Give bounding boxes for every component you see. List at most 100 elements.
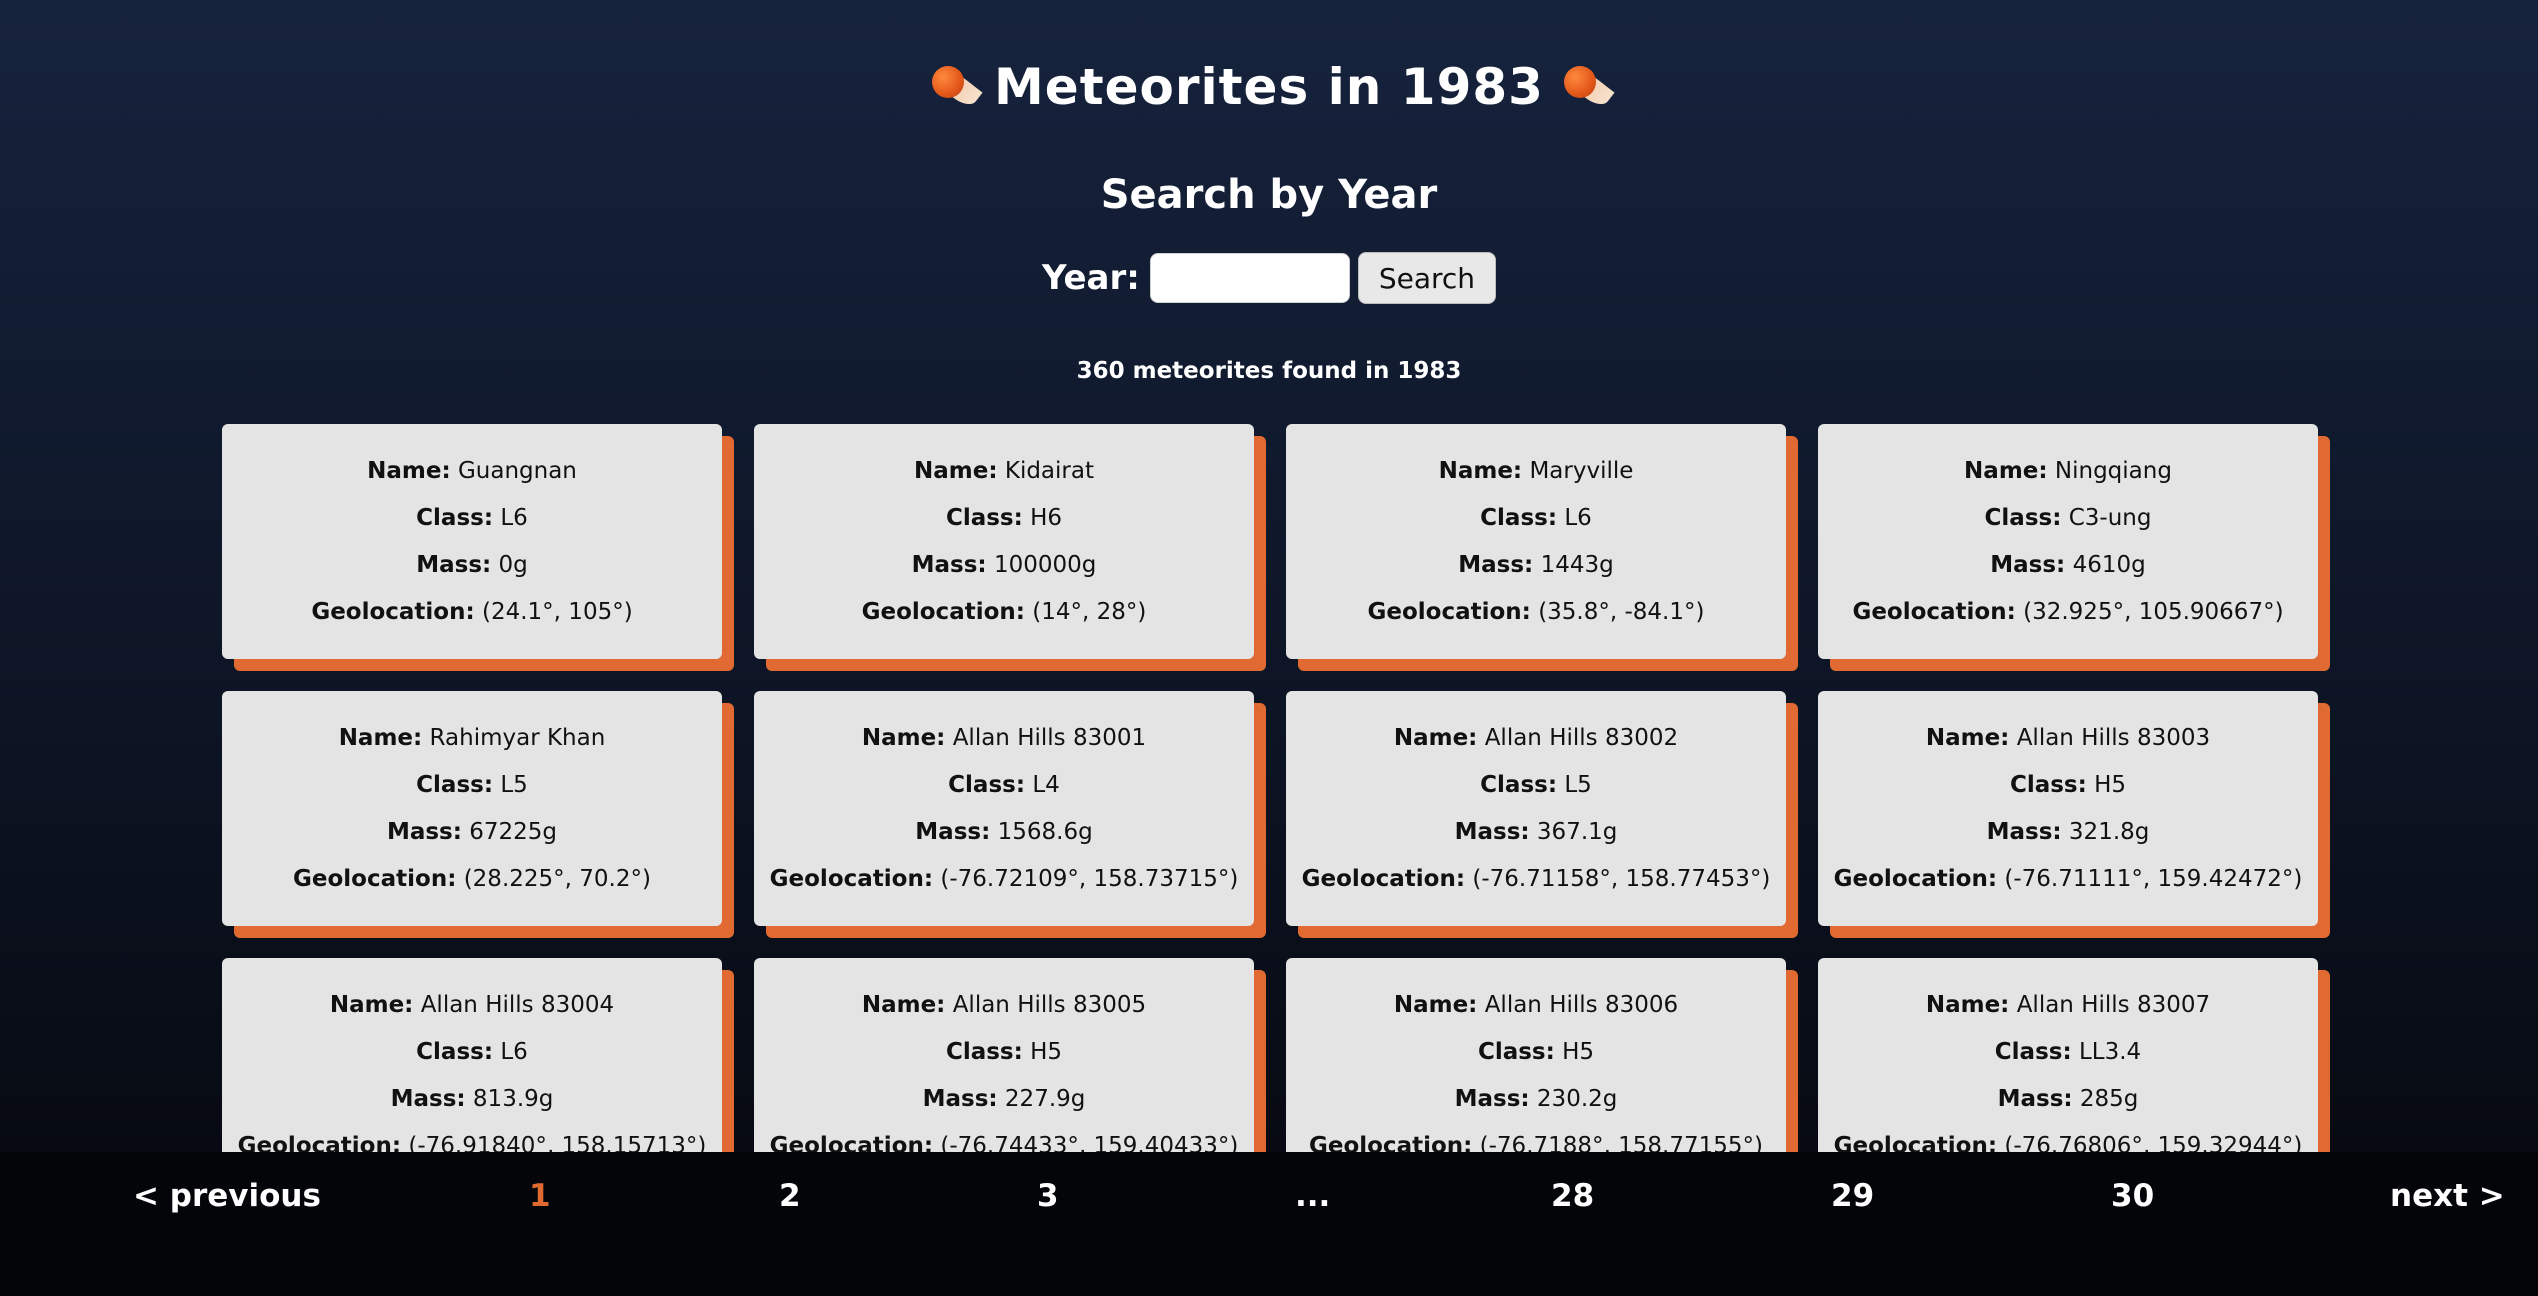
geolocation-value: (-76.76806°, 159.32944°) <box>2004 1133 2303 1152</box>
meteorite-class: Class: H6 <box>946 505 1062 531</box>
mass-label: Mass: <box>416 552 492 578</box>
next-page-link[interactable]: next > <box>2390 1178 2505 1214</box>
class-value: L6 <box>1564 505 1592 531</box>
geolocation-label: Geolocation: <box>1833 866 1998 892</box>
meteorite-geolocation: Geolocation: (-76.76806°, 159.32944°) <box>1834 1133 2303 1152</box>
page-title: Meteorites in 1983 <box>0 58 2538 116</box>
name-label: Name: <box>1393 992 1478 1018</box>
name-label: Name: <box>861 992 946 1018</box>
geolocation-label: Geolocation: <box>1301 866 1466 892</box>
geolocation-label: Geolocation: <box>1367 599 1531 625</box>
meteorite-card: Name: Allan Hills 83006 Class: H5 Mass: 23… <box>1286 958 1786 1152</box>
meteorite-card: Name: Allan Hills 83007 Class: LL3.4 Mass:… <box>1818 958 2318 1152</box>
page-link-28[interactable]: 28 <box>1551 1178 1594 1214</box>
mass-label: Mass: <box>1997 1086 2073 1112</box>
page-link-3[interactable]: 3 <box>1037 1178 1059 1214</box>
meteorite-geolocation: Geolocation: (-76.71111°, 159.42472°) <box>1834 866 2303 892</box>
meteorite-card: Name: Maryville Class: L6 Mass: 1443g Geolo… <box>1286 424 1786 659</box>
year-input[interactable] <box>1149 253 1350 303</box>
meteorite-geolocation: Geolocation: (35.8°, -84.1°) <box>1368 599 1705 625</box>
meteorite-geolocation: Geolocation: (28.225°, 70.2°) <box>293 866 651 892</box>
meteorite-mass: Mass: 0g <box>416 552 528 578</box>
meteorite-geolocation: Geolocation: (-76.7188°, 158.77155°) <box>1309 1133 1763 1152</box>
meteorite-mass: Mass: 367.1g <box>1455 819 1618 845</box>
page-link-1[interactable]: 1 <box>529 1178 551 1214</box>
meteorite-card: Name: Ningqiang Class: C3-ung Mass: 4610g G… <box>1818 424 2318 659</box>
meteorite-name: Name: Rahimyar Khan <box>339 725 606 751</box>
geolocation-label: Geolocation: <box>311 599 475 625</box>
meteorite-mass: Mass: 67225g <box>387 819 557 845</box>
meteorite-grid: Name: Guangnan Class: L6 Mass: 0g Geolocati… <box>222 424 2338 1152</box>
meteorite-class: Class: LL3.4 <box>1995 1039 2141 1065</box>
geolocation-value: (-76.7188°, 158.77155°) <box>1479 1133 1764 1152</box>
pagination-ellipsis: ... <box>1295 1178 1331 1214</box>
class-label: Class: <box>945 1039 1023 1065</box>
mass-label: Mass: <box>1458 552 1534 578</box>
class-value: H6 <box>1030 505 1063 531</box>
meteorite-geolocation: Geolocation: (32.925°, 105.90667°) <box>1852 599 2283 625</box>
page-link-29[interactable]: 29 <box>1831 1178 1874 1214</box>
name-value: Allan Hills 83003 <box>2016 725 2211 751</box>
meteor-icon <box>930 64 983 110</box>
meteorite-class: Class: L4 <box>948 772 1060 798</box>
mass-label: Mass: <box>390 1086 466 1112</box>
meteorite-card: Name: Allan Hills 83001 Class: L4 Mass: 15… <box>754 691 1254 926</box>
meteorite-card: Name: Allan Hills 83002 Class: L5 Mass: 36… <box>1286 691 1786 926</box>
mass-value: 230.2g <box>1536 1086 1618 1112</box>
page-link-2[interactable]: 2 <box>779 1178 801 1214</box>
name-value: Guangnan <box>457 458 577 484</box>
meteorite-class: Class: C3-ung <box>1985 505 2152 531</box>
name-value: Ningqiang <box>2054 458 2172 484</box>
class-value: L6 <box>500 505 528 531</box>
previous-page-link[interactable]: < previous <box>133 1178 321 1214</box>
meteorite-mass: Mass: 321.8g <box>1987 819 2150 845</box>
class-value: H5 <box>1030 1039 1063 1065</box>
meteorite-geolocation: Geolocation: (24.1°, 105°) <box>311 599 632 625</box>
class-label: Class: <box>1480 505 1558 531</box>
class-value: L6 <box>500 1039 528 1065</box>
meteorite-class: Class: H5 <box>2010 772 2126 798</box>
name-label: Name: <box>338 725 423 751</box>
geolocation-label: Geolocation: <box>861 599 1025 625</box>
name-value: Maryville <box>1529 458 1634 484</box>
mass-value: 4610g <box>2072 552 2146 578</box>
meteorite-name: Name: Guangnan <box>367 458 577 484</box>
mass-value: 321.8g <box>2068 819 2150 845</box>
meteorite-name: Name: Ningqiang <box>1964 458 2172 484</box>
geolocation-value: (24.1°, 105°) <box>482 599 633 625</box>
meteorite-name: Name: Maryville <box>1439 458 1634 484</box>
results-list[interactable]: Name: Guangnan Class: L6 Mass: 0g Geolocati… <box>222 424 2338 1152</box>
meteorite-mass: Mass: 813.9g <box>391 1086 554 1112</box>
geolocation-label: Geolocation: <box>237 1133 402 1152</box>
meteorite-card: Name: Guangnan Class: L6 Mass: 0g Geolocati… <box>222 424 722 659</box>
mass-value: 813.9g <box>472 1086 554 1112</box>
meteorite-geolocation: Geolocation: (-76.91840°, 158.15713°) <box>238 1133 707 1152</box>
meteorite-mass: Mass: 230.2g <box>1455 1086 1618 1112</box>
mass-value: 100000g <box>993 552 1097 578</box>
class-label: Class: <box>1984 505 2062 531</box>
geolocation-label: Geolocation: <box>1833 1133 1998 1152</box>
name-value: Allan Hills 83002 <box>1484 725 1679 751</box>
meteorite-mass: Mass: 285g <box>1998 1086 2139 1112</box>
geolocation-value: (14°, 28°) <box>1032 599 1147 625</box>
name-value: Allan Hills 83004 <box>420 992 615 1018</box>
name-value: Rahimyar Khan <box>429 725 606 751</box>
search-form: Year: Search <box>0 252 2538 304</box>
page-link-30[interactable]: 30 <box>2111 1178 2154 1214</box>
search-heading: Search by Year <box>1100 172 1438 218</box>
meteorite-card: Name: Allan Hills 83005 Class: H5 Mass: 22… <box>754 958 1254 1152</box>
meteorite-card: Name: Allan Hills 83004 Class: L6 Mass: 81… <box>222 958 722 1152</box>
meteorite-class: Class: H5 <box>946 1039 1062 1065</box>
search-button[interactable]: Search <box>1357 252 1497 304</box>
name-label: Name: <box>1438 458 1523 484</box>
class-label: Class: <box>416 1039 494 1065</box>
name-label: Name: <box>367 458 451 484</box>
class-label: Class: <box>1480 772 1558 798</box>
mass-label: Mass: <box>1986 819 2062 845</box>
geolocation-label: Geolocation: <box>1852 599 2016 625</box>
meteorite-name: Name: Allan Hills 83006 <box>1394 992 1678 1018</box>
name-value: Allan Hills 83001 <box>952 725 1147 751</box>
meteorite-name: Name: Allan Hills 83001 <box>862 725 1146 751</box>
geolocation-label: Geolocation: <box>769 866 934 892</box>
meteorite-mass: Mass: 1443g <box>1458 552 1613 578</box>
